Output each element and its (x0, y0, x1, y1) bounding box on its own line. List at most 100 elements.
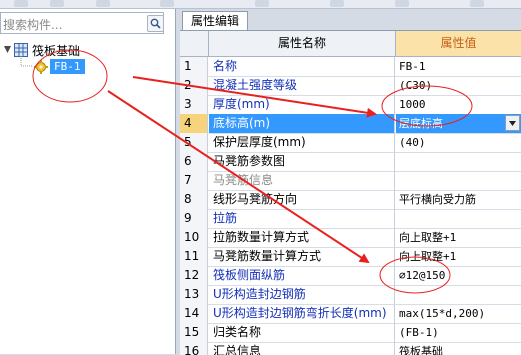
property-value-text: 向上取整+1 (399, 250, 457, 263)
property-name: 拉筋 (209, 209, 395, 228)
collapse-icon[interactable] (4, 46, 11, 53)
row-number: 10 (180, 228, 208, 247)
search-placeholder: 搜索构件... (3, 18, 63, 32)
property-name: 线形马凳筋方向 (209, 190, 395, 209)
row-number: 1 (180, 57, 208, 76)
property-row[interactable]: 8 线形马凳筋方向 平行横向受力筋 (180, 190, 521, 210)
property-row[interactable]: 6 马凳筋参数图 (180, 152, 521, 172)
row-number: 15 (180, 323, 208, 342)
property-value[interactable]: ⌀12@150 (396, 266, 521, 285)
property-name: 厚度(mm) (209, 95, 395, 114)
property-row[interactable]: 5 保护层厚度(mm) (40) (180, 133, 521, 153)
toolbar-button[interactable] (470, 0, 484, 7)
property-name: 保护层厚度(mm) (209, 133, 395, 152)
row-number: 16 (180, 342, 208, 355)
toolbar-button[interactable] (96, 0, 110, 7)
property-value[interactable]: 平行横向受力筋 (396, 190, 521, 209)
tab-property-edit[interactable]: 属性编辑 (182, 11, 248, 30)
property-value[interactable]: (FB-1) (396, 323, 521, 342)
row-number: 3 (180, 95, 208, 114)
grid-header: 属性名称 属性值 (180, 31, 521, 57)
component-tree-panel: 搜索构件... 筏板基础 FB-1 (0, 9, 176, 354)
property-grid: 属性名称 属性值 1 名称 FB-1 2 混凝土强度等级 (C30) 3 厚度(mm) 1000… (180, 30, 521, 355)
property-value[interactable]: 向上取整+1 (396, 247, 521, 266)
toolbar-button[interactable] (395, 0, 409, 7)
row-number: 9 (180, 209, 208, 228)
row-number: 12 (180, 266, 208, 285)
property-row[interactable]: 4 底标高(m) 层底标高 (180, 114, 521, 134)
property-value[interactable]: (C30) (396, 76, 521, 95)
property-value[interactable]: FB-1 (396, 57, 521, 76)
property-name: 马凳筋数量计算方式 (209, 247, 395, 266)
row-number-header (180, 31, 209, 56)
property-value-text: (FB-1) (399, 326, 439, 339)
property-name: U形构造封边钢筋 (209, 285, 395, 304)
search-input[interactable]: 搜索构件... (0, 12, 164, 34)
grid-folder-icon (14, 43, 28, 57)
property-value[interactable] (396, 285, 521, 304)
property-name: 筏板侧面纵筋 (209, 266, 395, 285)
search-button[interactable] (147, 15, 164, 32)
property-value-text: ⌀12@150 (399, 269, 446, 282)
toolbar-button[interactable] (14, 0, 28, 7)
property-name-header: 属性名称 (209, 31, 396, 56)
row-number: 11 (180, 247, 208, 266)
property-value-text: 向上取整+1 (399, 231, 457, 244)
property-name: 马凳筋信息 (209, 171, 395, 190)
property-value-text: (C30) (399, 79, 433, 92)
property-row[interactable]: 16 汇总信息 筏板基础 (180, 342, 521, 355)
property-value[interactable]: 1000 (396, 95, 521, 114)
property-name: U形构造封边钢筋弯折长度(mm) (209, 304, 395, 323)
property-value-text: max(15*d,200) (399, 307, 486, 320)
property-value[interactable] (396, 209, 521, 228)
property-value[interactable] (396, 171, 521, 190)
property-row[interactable]: 3 厚度(mm) 1000 (180, 95, 521, 115)
row-number: 13 (180, 285, 208, 304)
tree-node-label: FB-1 (50, 59, 85, 74)
property-row[interactable]: 2 混凝土强度等级 (C30) (180, 76, 521, 96)
toolbar (0, 0, 521, 9)
dropdown-button[interactable] (505, 115, 520, 131)
property-value[interactable]: (40) (396, 133, 521, 152)
property-row[interactable]: 14 U形构造封边钢筋弯折长度(mm) max(15*d,200) (180, 304, 521, 324)
property-value[interactable] (396, 152, 521, 171)
property-value-header: 属性值 (396, 31, 521, 56)
property-value[interactable]: 层底标高 (396, 114, 521, 133)
row-number: 4 (180, 114, 208, 133)
property-value-text: 层底标高 (399, 117, 443, 130)
property-row[interactable]: 13 U形构造封边钢筋 (180, 285, 521, 305)
property-name: 底标高(m) (209, 114, 395, 133)
property-row[interactable]: 11 马凳筋数量计算方式 向上取整+1 (180, 247, 521, 267)
property-value-text: FB-1 (399, 60, 426, 73)
tree-connector (20, 56, 32, 67)
gear-icon (34, 60, 48, 74)
property-name: 名称 (209, 57, 395, 76)
property-row[interactable]: 9 拉筋 (180, 209, 521, 229)
toolbar-button[interactable] (160, 0, 174, 7)
row-number: 5 (180, 133, 208, 152)
property-name: 混凝土强度等级 (209, 76, 395, 95)
property-value-text: (40) (399, 136, 426, 149)
row-number: 14 (180, 304, 208, 323)
property-row[interactable]: 1 名称 FB-1 (180, 57, 521, 77)
property-value[interactable]: 筏板基础 (396, 342, 521, 355)
property-row[interactable]: 15 归类名称 (FB-1) (180, 323, 521, 343)
property-value[interactable]: max(15*d,200) (396, 304, 521, 323)
toolbar-button[interactable] (330, 0, 344, 7)
property-name: 归类名称 (209, 323, 395, 342)
property-value[interactable]: 向上取整+1 (396, 228, 521, 247)
row-number: 6 (180, 152, 208, 171)
toolbar-button[interactable] (50, 0, 64, 7)
property-name: 拉筋数量计算方式 (209, 228, 395, 247)
toolbar-button[interactable] (255, 0, 269, 7)
property-row[interactable]: 12 筏板侧面纵筋 ⌀12@150 (180, 266, 521, 286)
property-row[interactable]: 7 马凳筋信息 (180, 171, 521, 191)
property-value-text: 1000 (399, 98, 426, 111)
tree-node-fb-1[interactable]: FB-1 (0, 56, 170, 75)
search-icon (150, 18, 161, 29)
property-row[interactable]: 10 拉筋数量计算方式 向上取整+1 (180, 228, 521, 248)
property-value-text: 平行横向受力筋 (399, 193, 476, 206)
chevron-down-icon (509, 121, 516, 126)
property-name: 汇总信息 (209, 342, 395, 355)
property-editor-panel: 属性编辑 属性名称 属性值 1 名称 FB-1 2 混凝土强度等级 (C30) 3 厚度(mm… (176, 9, 521, 355)
